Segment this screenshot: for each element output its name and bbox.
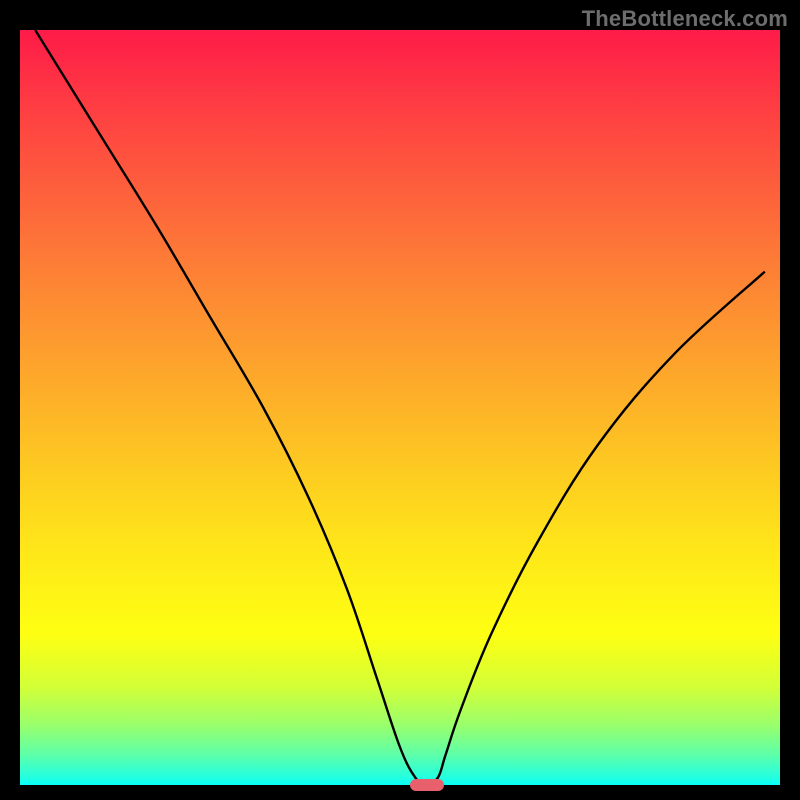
bottleneck-curve (20, 30, 780, 785)
minimum-marker (410, 779, 444, 791)
watermark-text: TheBottleneck.com (582, 6, 788, 32)
plot-area (20, 30, 780, 785)
chart-frame: TheBottleneck.com (0, 0, 800, 800)
